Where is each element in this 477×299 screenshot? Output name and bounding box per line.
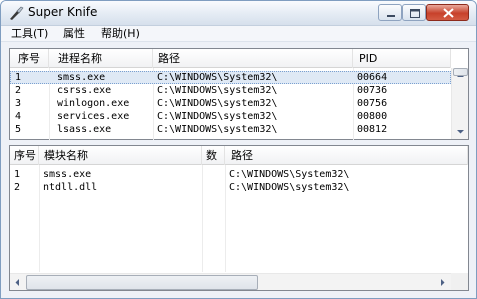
row-process-name: csrss.exe	[57, 85, 112, 96]
col-pid-header[interactable]: PID	[353, 49, 451, 68]
table-row[interactable]: 2 csrss.exe C:\WINDOWS\system32\ 00736	[10, 84, 451, 97]
scroll-down-icon[interactable]	[453, 124, 468, 139]
minimize-button[interactable]	[378, 4, 402, 21]
table-row[interactable]: 1 smss.exe C:\WINDOWS\System32\ 00664	[10, 71, 451, 84]
table-row[interactable]: 4 services.exe C:\WINDOWS\system32\ 0080…	[10, 110, 451, 123]
row-path: C:\WINDOWS\system32\	[157, 124, 278, 135]
row-count	[203, 181, 224, 194]
window-title: Super Knife	[28, 5, 98, 19]
row-pid: 00736	[357, 85, 388, 96]
row-index: 1	[14, 169, 21, 180]
col-module-name-header[interactable]: 模块名称	[39, 146, 202, 165]
row-index: 3	[15, 98, 22, 109]
maximize-button[interactable]	[402, 4, 426, 21]
row-path: C:\WINDOWS\System32\	[229, 169, 350, 180]
col-count-header[interactable]: 数	[202, 146, 225, 165]
row-count	[203, 168, 224, 181]
row-path: C:\WINDOWS\system32\	[157, 85, 278, 96]
table-row[interactable]: 1 smss.exe C:\WINDOWS\System32\	[10, 168, 468, 181]
process-list-scrollbar[interactable]	[451, 68, 468, 139]
main-window: Super Knife 工具(T) 属性 帮助(H) 序号 进程名称 路径 PI…	[0, 0, 477, 299]
module-list-header: 序号 模块名称 数 路径	[10, 146, 468, 165]
menu-help[interactable]: 帮助(H)	[97, 26, 144, 42]
col-index-header[interactable]: 序号	[10, 49, 49, 68]
col-process-name-header[interactable]: 进程名称	[49, 49, 153, 68]
row-path: C:\WINDOWS\system32\	[157, 111, 278, 122]
row-process-name: services.exe	[57, 111, 130, 122]
row-index: 2	[15, 85, 22, 96]
row-index: 4	[15, 111, 22, 122]
row-index: 2	[14, 182, 21, 193]
row-process-name: lsass.exe	[57, 124, 112, 135]
row-path: C:\WINDOWS\System32\	[157, 72, 278, 83]
row-index: 5	[15, 124, 22, 135]
menu-bar: 工具(T) 属性 帮助(H)	[1, 26, 476, 42]
row-module-name: smss.exe	[43, 169, 92, 180]
row-module-name: ntdll.dll	[43, 182, 98, 193]
process-list[interactable]: 序号 进程名称 路径 PID 1 smss.exe C:\WINDOWS\Sys…	[9, 48, 469, 140]
row-pid: 00800	[357, 111, 388, 122]
row-pid: 00812	[357, 124, 388, 135]
module-list-hscrollbar[interactable]	[10, 273, 451, 290]
table-row[interactable]: 2 ntdll.dll C:\WINDOWS\system32\	[10, 181, 468, 194]
close-button[interactable]	[426, 4, 469, 21]
menu-properties[interactable]: 属性	[59, 26, 89, 42]
scroll-right-icon[interactable]	[435, 275, 450, 290]
table-row[interactable]: 5 lsass.exe C:\WINDOWS\system32\ 00812	[10, 123, 451, 136]
scroll-thumb[interactable]	[453, 68, 468, 76]
row-pid: 00756	[357, 98, 388, 109]
title-bar[interactable]: Super Knife	[1, 1, 476, 26]
row-index: 1	[15, 72, 22, 83]
row-process-name: winlogon.exe	[57, 98, 130, 109]
col-path-header[interactable]: 路径	[225, 146, 468, 165]
row-process-name: smss.exe	[57, 72, 106, 83]
process-list-header: 序号 进程名称 路径 PID	[10, 49, 451, 68]
col-index-header[interactable]: 序号	[10, 146, 39, 165]
row-pid: 00664	[357, 72, 388, 83]
scroll-left-icon[interactable]	[10, 275, 25, 290]
knife-icon	[8, 5, 24, 21]
row-path: C:\WINDOWS\system32\	[229, 182, 350, 193]
table-row[interactable]: 3 winlogon.exe C:\WINDOWS\system32\ 0075…	[10, 97, 451, 110]
size-grip[interactable]	[451, 273, 468, 290]
menu-tools[interactable]: 工具(T)	[7, 26, 52, 42]
row-path: C:\WINDOWS\system32\	[157, 98, 278, 109]
module-list[interactable]: 序号 模块名称 数 路径 1 smss.exe C:\WINDOWS\Syste…	[9, 145, 469, 291]
col-path-header[interactable]: 路径	[153, 49, 353, 68]
scroll-thumb[interactable]	[26, 275, 258, 290]
